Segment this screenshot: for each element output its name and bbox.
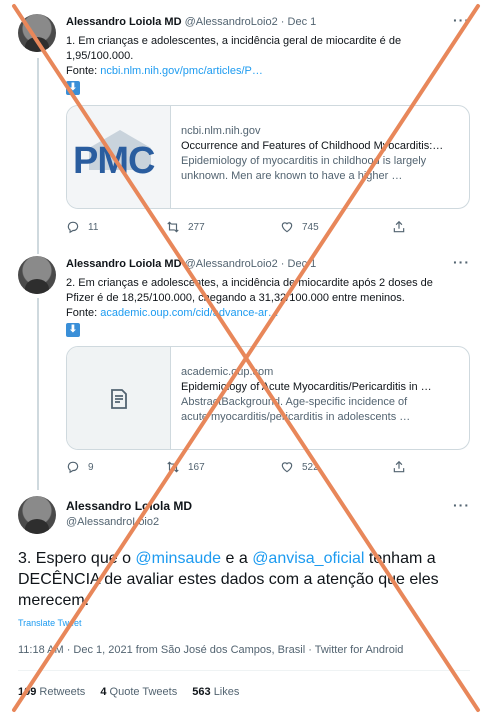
thread-connector [37,58,39,254]
heart-icon [281,462,293,473]
tweet-text-line: 1,95/100.000. [66,50,134,62]
source-link[interactable]: ncbi.nlm.nih.gov/pmc/articles/P… [100,65,263,77]
source-label: Fonte: [66,65,98,77]
card-title: Occurrence and Features of Childhood Myo… [181,140,444,152]
retweet-button[interactable]: 167 [166,460,205,474]
like-button[interactable]: 745 [280,220,319,234]
source-link[interactable]: academic.oup.com/cid/advance-ar… [100,307,279,319]
more-options-icon[interactable]: ··· [453,12,470,28]
retweet-button[interactable]: 277 [166,220,205,234]
divider [18,670,470,671]
link-preview-card[interactable]: PMC ncbi.nlm.nih.gov Occurrence and Feat… [66,105,470,209]
avatar[interactable] [18,256,56,294]
more-options-icon[interactable]: ··· [453,254,470,270]
author-name[interactable]: Alessandro Loiola MD [66,16,182,28]
author-handle[interactable]: @AlessandroLoio2 [185,258,278,270]
retweet-count: 167 [188,461,205,473]
source-label: Fonte: [66,307,98,319]
heart-icon [281,222,293,233]
translate-tweet-link[interactable]: Translate Tweet [18,618,82,628]
tweet-text-line: 1. Em crianças e adolescentes, a incidên… [66,35,402,47]
reply-icon [67,221,79,234]
pmc-logo-thumbnail: PMC [67,106,171,208]
retweet-icon [167,221,179,233]
tweet-text-line: 2. Em crianças e adolescentes, a incidên… [66,277,433,289]
tweet-text: 2. Em crianças e adolescentes, a incidên… [66,276,466,337]
tweet-stats: 109 Retweets 4 Quote Tweets 563 Likes [18,686,239,698]
quote-tweets-stat[interactable]: 4 Quote Tweets [100,686,177,698]
author-name[interactable]: Alessandro Loiola MD [66,499,192,513]
retweet-icon [167,461,179,473]
quote-tweets-count: 4 [100,686,107,698]
twitter-thread-screenshot: Alessandro Loiola MD @AlessandroLoio2 · … [0,0,488,716]
card-description: AbstractBackground. Age-specific inciden… [181,396,408,408]
tweet-actions: 9 167 522 [66,460,426,478]
main-tweet-text: 3. Espero que o @minsaude e a @anvisa_of… [18,548,468,611]
download-arrow-icon: ⬇ [66,323,80,337]
card-title: Epidemiology of Acute Myocarditis/Perica… [181,381,432,393]
card-description: acute myocarditis/pericarditis in adoles… [181,411,411,423]
separator-dot: · [280,16,285,28]
share-icon [393,220,405,233]
reply-count: 9 [88,461,94,473]
tweet-actions: 11 277 745 [66,220,426,238]
card-description: Epidemiology of myocarditis in childhood… [181,155,427,167]
likes-label: Likes [213,686,240,698]
avatar[interactable] [18,496,56,534]
share-button[interactable] [392,460,406,474]
retweet-count: 277 [188,221,205,233]
quote-tweets-label: Quote Tweets [109,686,178,698]
author-handle[interactable]: @AlessandroLoio2 [185,16,278,28]
reply-icon [67,461,79,474]
thread-connector [37,298,39,490]
more-options-icon[interactable]: ··· [453,497,470,513]
retweets-count: 109 [18,686,37,698]
share-icon [393,460,405,473]
reply-count: 11 [88,221,99,233]
tweet-text-line: Pfizer é de 18,25/100.000, chegando a 31… [66,292,405,304]
reply-button[interactable]: 9 [66,460,94,474]
tweet-timestamp-source[interactable]: 11:18 AM · Dec 1, 2021 from São José dos… [18,644,403,656]
author-name[interactable]: Alessandro Loiola MD [66,258,182,270]
like-button[interactable]: 522 [280,460,319,474]
tweet-header: Alessandro Loiola MD @AlessandroLoio2 · … [66,16,316,28]
author-handle[interactable]: @AlessandroLoio2 [66,516,159,528]
like-count: 522 [302,461,319,473]
pmc-logo-text: PMC [73,140,155,182]
like-count: 745 [302,221,319,233]
separator-dot: · [280,258,285,270]
link-preview-card[interactable]: academic.oup.com Epidemiology of Acute M… [66,346,470,450]
likes-stat[interactable]: 563 Likes [192,686,239,698]
likes-count: 563 [192,686,211,698]
document-icon [110,389,127,409]
card-domain: academic.oup.com [181,366,274,378]
share-button[interactable] [392,220,406,234]
tweet-header: Alessandro Loiola MD @AlessandroLoio2 · … [66,258,316,270]
tweet-date[interactable]: Dec 1 [288,258,317,270]
tweet-text-segment: 3. Espero que o [18,550,136,567]
avatar[interactable] [18,14,56,52]
reply-button[interactable]: 11 [66,220,98,234]
card-domain: ncbi.nlm.nih.gov [181,125,261,137]
tweet-text-segment: e a [221,550,253,567]
tweet-text: 1. Em crianças e adolescentes, a incidên… [66,34,466,95]
card-description: unknown. Men are known to have a higher … [181,170,403,182]
mention-link[interactable]: @anvisa_oficial [252,550,364,567]
retweets-stat[interactable]: 109 Retweets [18,686,85,698]
tweet-date[interactable]: Dec 1 [288,16,317,28]
download-arrow-icon: ⬇ [66,81,80,95]
retweets-label: Retweets [39,686,86,698]
mention-link[interactable]: @minsaude [135,550,221,567]
document-thumbnail [67,347,171,449]
